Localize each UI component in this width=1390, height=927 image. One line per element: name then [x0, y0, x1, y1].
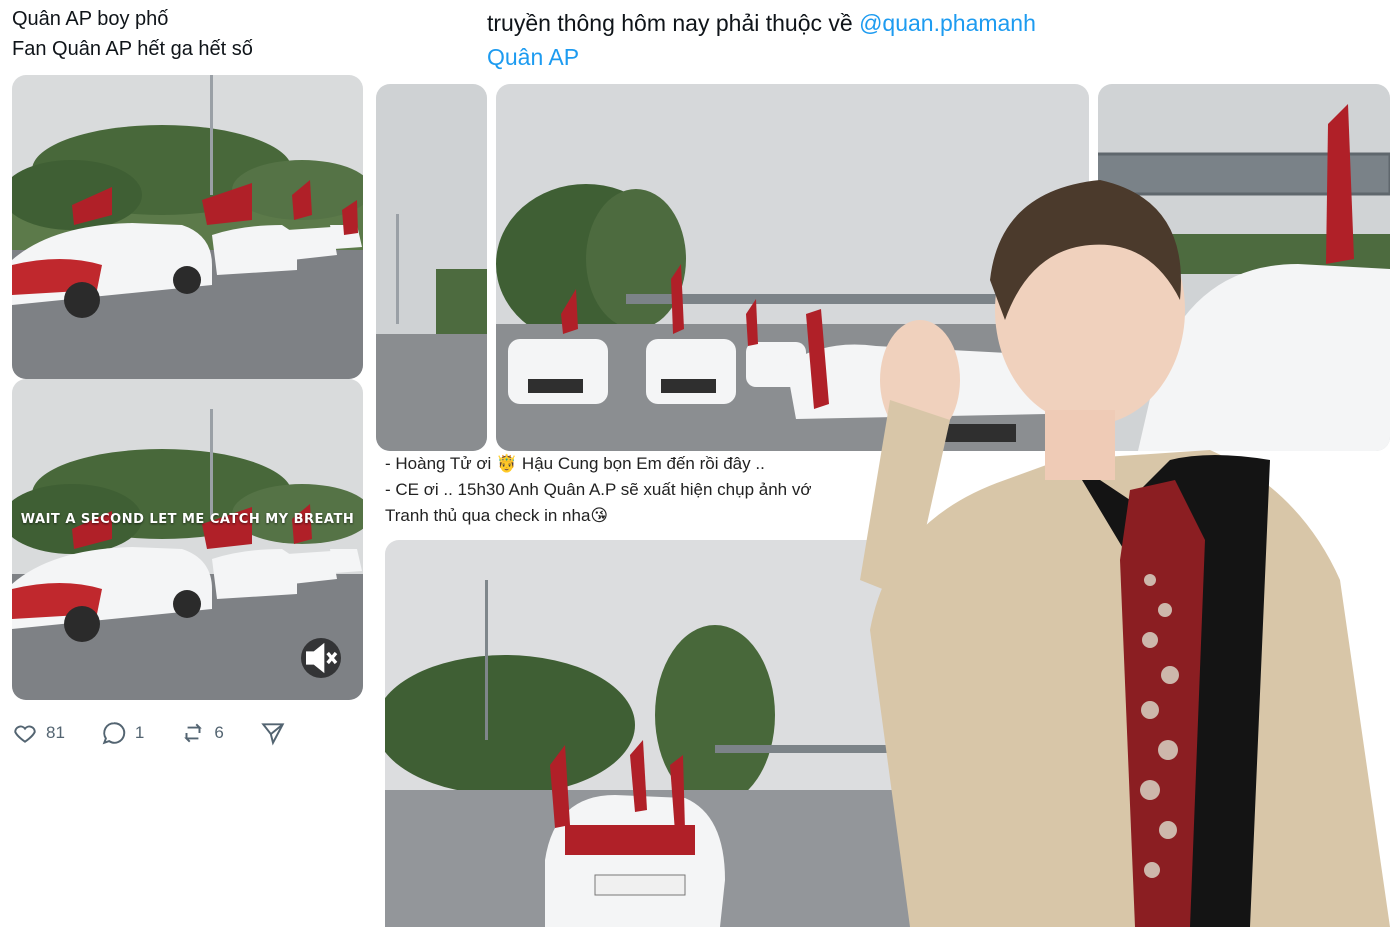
- left-post-text: Quân AP boy phố Fan Quân AP hết ga hết s…: [12, 4, 253, 64]
- left-photo[interactable]: [12, 75, 363, 379]
- left-video[interactable]: WAIT A SECOND LET ME CATCH MY BREATH: [12, 379, 363, 700]
- list-item-2: - CE ơi .. 15h30 Anh Quân A.P sẽ xuất hi…: [385, 480, 812, 499]
- repost-icon: [184, 723, 203, 743]
- video-caption: WAIT A SECOND LET ME CATCH MY BREATH: [20, 512, 355, 527]
- speaker-muted-icon: [306, 642, 338, 674]
- action-bar: 81 1 6: [12, 720, 286, 746]
- left-post-line2: Fan Quân AP hết ga hết số: [12, 38, 253, 60]
- share-button[interactable]: [260, 720, 286, 746]
- reply-count: 1: [134, 723, 145, 742]
- like-button[interactable]: 81: [12, 720, 65, 746]
- right-post-list: - Hoàng Tử ơi 🤴 Hậu Cung bọn Em đến rồi …: [385, 451, 811, 529]
- heart-icon: [14, 725, 36, 743]
- photo-left-partial[interactable]: [376, 84, 487, 451]
- author-link[interactable]: Quân AP: [487, 40, 1036, 74]
- right-post-text: truyền thông hôm nay phải thuộc về @quan…: [487, 6, 1036, 74]
- singer-cutout-image: [830, 160, 1390, 927]
- list-item-1: - Hoàng Tử ơi 🤴 Hậu Cung bọn Em đến rồi …: [385, 454, 765, 473]
- mention-link[interactable]: @quan.phamanh: [859, 10, 1036, 36]
- mute-button[interactable]: [301, 638, 341, 678]
- like-count: 81: [46, 723, 65, 742]
- left-post-line1: Quân AP boy phố: [12, 8, 169, 30]
- repost-button[interactable]: 6: [180, 720, 224, 746]
- right-post-line1: truyền thông hôm nay phải thuộc về: [487, 10, 853, 36]
- reply-button[interactable]: 1: [101, 720, 144, 746]
- send-icon: [261, 723, 285, 746]
- reply-icon: [102, 722, 126, 745]
- list-item-3: Tranh thủ qua check in nha😘: [385, 506, 609, 525]
- repost-count: 6: [214, 723, 224, 742]
